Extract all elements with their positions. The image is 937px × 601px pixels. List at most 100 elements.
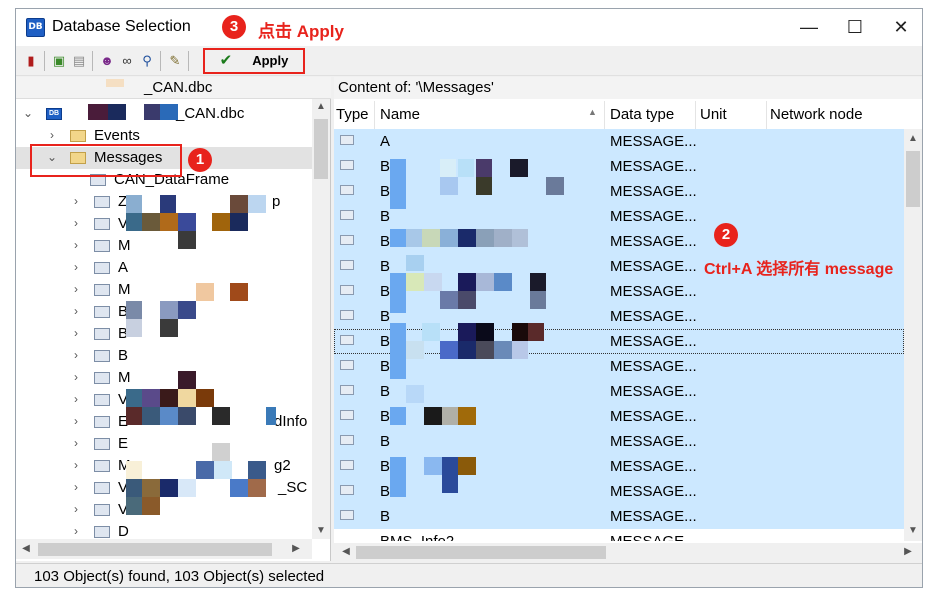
redacted-block xyxy=(458,159,474,177)
column-header-network-node[interactable]: Network node xyxy=(770,106,863,123)
exit-icon[interactable]: ▮ xyxy=(22,52,40,70)
expand-right-icon[interactable]: › xyxy=(70,238,82,252)
redacted-block xyxy=(212,213,230,231)
scroll-up-icon[interactable]: ▲ xyxy=(313,101,329,112)
tree-item-label: M xyxy=(118,237,131,254)
table-row[interactable]: B MESSAGE... xyxy=(334,204,904,229)
table-row[interactable]: B MESSAGE... xyxy=(334,304,904,329)
scroll-down-icon[interactable]: ▼ xyxy=(313,525,329,536)
apply-button[interactable]: ✔ Apply xyxy=(203,48,305,74)
tree-item[interactable]: › B xyxy=(16,345,312,367)
scroll-left-icon[interactable]: ◀ xyxy=(338,546,354,557)
message-list[interactable]: A MESSAGE... B MESSAGE... B MESSAGE... B MESSAG… xyxy=(334,129,904,541)
expand-right-icon[interactable]: › xyxy=(70,414,82,428)
open-icon[interactable]: ▣ xyxy=(50,52,68,70)
redacted-block xyxy=(126,301,142,319)
tree-hscroll-thumb[interactable] xyxy=(38,543,272,556)
table-row[interactable]: B MESSAGE... xyxy=(334,454,904,479)
redacted-block xyxy=(248,479,266,497)
table-row[interactable]: B MESSAGE... xyxy=(334,479,904,504)
tree-item[interactable]: › M xyxy=(16,367,312,389)
tree-panel-header: _CAN.dbc xyxy=(16,77,331,99)
expand-right-icon[interactable]: › xyxy=(70,436,82,450)
tree-item[interactable]: › E xyxy=(16,433,312,455)
table-row[interactable]: B MESSAGE... xyxy=(334,504,904,529)
tree-horizontal-scrollbar[interactable]: ◀ ▶ xyxy=(16,539,312,559)
expand-down-icon[interactable]: ⌄ xyxy=(22,106,34,120)
scroll-down-icon[interactable]: ▼ xyxy=(905,525,921,536)
tree-vertical-scrollbar[interactable]: ▲ ▼ xyxy=(312,99,330,539)
redacted-block xyxy=(476,159,492,177)
expand-right-icon[interactable]: › xyxy=(70,458,82,472)
maximize-button[interactable]: ☐ xyxy=(832,9,878,46)
table-row[interactable]: A MESSAGE... xyxy=(334,129,904,154)
expand-right-icon[interactable]: › xyxy=(70,480,82,494)
redacted-block xyxy=(212,407,230,425)
close-button[interactable]: ✕ xyxy=(878,9,922,46)
status-bar: 103 Object(s) found, 103 Object(s) selec… xyxy=(16,563,922,587)
tree-scroll-thumb[interactable] xyxy=(314,119,328,179)
expand-right-icon[interactable]: › xyxy=(70,370,82,384)
scroll-right-icon[interactable]: ▶ xyxy=(900,546,916,557)
tree-item[interactable]: › M xyxy=(16,235,312,257)
list-hscroll-thumb[interactable] xyxy=(356,546,606,559)
redacted-block xyxy=(160,213,178,231)
table-row[interactable]: B MESSAGE... xyxy=(334,179,904,204)
expand-right-icon[interactable]: › xyxy=(70,524,82,538)
list-vertical-scrollbar[interactable]: ▲ ▼ xyxy=(904,129,922,541)
title-bar: DB Database Selection — ☐ ✕ xyxy=(16,9,922,46)
redacted-block xyxy=(476,177,492,195)
tree-item[interactable]: › M xyxy=(16,279,312,301)
redacted-block xyxy=(142,407,160,425)
list-scroll-thumb[interactable] xyxy=(906,151,920,207)
annotation-step-2-text: Ctrl+A 选择所有 message xyxy=(704,261,894,278)
agent-icon[interactable]: ☻ xyxy=(98,52,116,70)
redacted-block xyxy=(160,389,178,407)
properties-icon[interactable]: ✎ xyxy=(166,52,184,70)
apply-button-label: Apply xyxy=(252,53,289,68)
redacted-block xyxy=(126,319,142,337)
tree-item[interactable]: › Mg2 xyxy=(16,455,312,477)
tree-item[interactable]: › V xyxy=(16,499,312,521)
toolbar: ▮ ▣ ▤ ☻ ∞ ⚲ ✎ ✔ Apply xyxy=(16,46,922,76)
expand-right-icon[interactable]: › xyxy=(70,304,82,318)
redacted-block xyxy=(390,323,406,379)
row-data-type: MESSAGE... xyxy=(610,133,697,150)
row-data-type: MESSAGE... xyxy=(610,233,697,250)
redacted-block xyxy=(390,229,406,247)
redacted-block xyxy=(476,341,494,359)
save-icon[interactable]: ▤ xyxy=(70,52,88,70)
expand-right-icon[interactable]: › xyxy=(70,194,82,208)
minimize-button[interactable]: — xyxy=(786,9,832,46)
column-header-data-type[interactable]: Data type xyxy=(610,106,674,123)
search-icon[interactable]: ⚲ xyxy=(138,52,156,70)
column-header-type[interactable]: Type xyxy=(336,106,369,123)
expand-right-icon[interactable]: › xyxy=(70,282,82,296)
table-row[interactable]: B MESSAGE... xyxy=(334,154,904,179)
row-data-type: MESSAGE... xyxy=(610,158,697,175)
list-horizontal-scrollbar[interactable]: ◀ ▶ xyxy=(334,543,922,561)
expand-right-icon[interactable]: › xyxy=(70,260,82,274)
scroll-up-icon[interactable]: ▲ xyxy=(905,133,921,144)
redacted-block xyxy=(442,407,458,425)
tree-panel: _CAN.dbc ⌄ DB _CAN.dbc › Events ⌄ Messages CAN_… xyxy=(16,77,331,561)
column-header-name[interactable]: Name xyxy=(380,106,420,123)
column-header-unit[interactable]: Unit xyxy=(700,106,727,123)
table-row[interactable]: B MESSAGE... xyxy=(334,404,904,429)
expand-right-icon[interactable]: › xyxy=(46,128,58,142)
redacted-block xyxy=(494,341,512,359)
expand-right-icon[interactable]: › xyxy=(70,326,82,340)
scroll-right-icon[interactable]: ▶ xyxy=(288,543,304,554)
tree-item[interactable]: › A xyxy=(16,257,312,279)
scroll-left-icon[interactable]: ◀ xyxy=(18,543,34,554)
expand-right-icon[interactable]: › xyxy=(70,392,82,406)
table-row[interactable]: B MESSAGE... xyxy=(334,429,904,454)
row-data-type: MESSAGE... xyxy=(610,283,697,300)
binoculars-icon[interactable]: ∞ xyxy=(118,52,136,70)
table-row-partial[interactable]: BMS_Info2 MESSAGE xyxy=(334,529,904,541)
row-name: B xyxy=(380,408,391,425)
redacted-block xyxy=(142,479,160,497)
expand-right-icon[interactable]: › xyxy=(70,348,82,362)
expand-right-icon[interactable]: › xyxy=(70,502,82,516)
expand-right-icon[interactable]: › xyxy=(70,216,82,230)
